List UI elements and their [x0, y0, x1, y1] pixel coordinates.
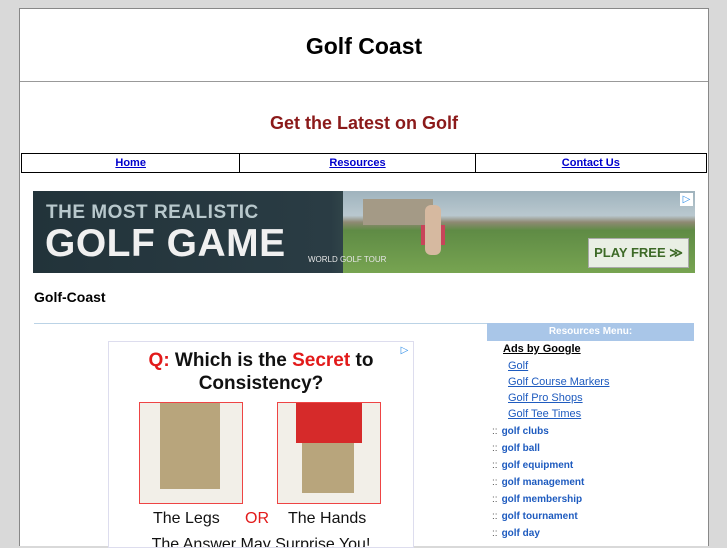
resources-sidebar: Resources Menu: Ads by Google Golf Golf … [487, 323, 694, 546]
tagline: Get the Latest on Golf [269, 113, 458, 133]
banner-line2: GOLF GAME [45, 222, 286, 265]
pants-image [160, 403, 220, 489]
ad-link-pro-shops[interactable]: Golf Pro Shops [508, 392, 583, 404]
ad-link-golf[interactable]: Golf [508, 360, 528, 372]
resource-link[interactable]: golf membership [502, 494, 583, 505]
ad-question-part1: Which is the [169, 350, 293, 371]
option-legs: The Legs [153, 510, 220, 527]
resource-item[interactable]: :: golf day [492, 528, 540, 539]
title-box: Golf Coast [20, 9, 708, 82]
play-free-button[interactable]: PLAY FREE ≫ [588, 238, 689, 268]
ad-link-tee-times[interactable]: Golf Tee Times [508, 408, 581, 420]
resource-item[interactable]: :: golf clubs [492, 426, 549, 437]
red-shirt-image [296, 403, 362, 443]
resource-item[interactable]: :: golf membership [492, 494, 582, 505]
banner-line1: THE MOST REALISTIC [46, 202, 259, 223]
nav-bar: Home Resources Contact Us [21, 153, 707, 173]
hands-image [277, 402, 381, 504]
option-hands: The Hands [288, 510, 367, 527]
nav-contact-link[interactable]: Contact Us [476, 154, 706, 172]
banner-tour: WORLD GOLF TOUR [308, 255, 387, 264]
resource-link[interactable]: golf day [502, 528, 540, 539]
bullet: :: [492, 477, 498, 488]
bullet: :: [492, 494, 498, 505]
ads-by-google-link[interactable]: Ads by Google [503, 343, 581, 355]
page-container: Golf Coast Get the Latest on Golf Home R… [19, 8, 709, 548]
resource-item[interactable]: :: golf management [492, 477, 584, 488]
pants-image [302, 443, 354, 493]
banner-ad[interactable]: THE MOST REALISTIC GOLF GAME WORLD GOLF … [33, 191, 695, 273]
resource-link[interactable]: golf tournament [502, 511, 578, 522]
ad-question-prefix: Q: [148, 350, 170, 371]
legs-image [139, 402, 243, 504]
resource-item[interactable]: :: golf ball [492, 443, 540, 454]
nav-resources-link[interactable]: Resources [240, 154, 476, 172]
option-or: OR [245, 510, 269, 527]
nav-home-link[interactable]: Home [22, 154, 241, 172]
bullet: :: [492, 528, 498, 539]
sidebar-header: Resources Menu: [487, 323, 694, 341]
content-ad[interactable]: ▷ Q: Which is the Secret to Consistency?… [108, 341, 414, 548]
bullet: :: [492, 460, 498, 471]
resource-link[interactable]: golf ball [502, 443, 540, 454]
site-title: Golf Coast [305, 33, 423, 59]
bullet: :: [492, 426, 498, 437]
ad-question-secret: Secret [292, 350, 351, 371]
divider [34, 323, 487, 324]
adchoices-icon[interactable]: ▷ [680, 193, 693, 206]
resource-item[interactable]: :: golf equipment [492, 460, 573, 471]
ad-question: Q: Which is the Secret to Consistency? [109, 349, 413, 395]
resource-link[interactable]: golf clubs [502, 426, 549, 437]
ad-link-course-markers[interactable]: Golf Course Markers [508, 376, 609, 388]
bullet: :: [492, 511, 498, 522]
ad-answer: The Answer May Surprise You! [151, 536, 371, 548]
golfer-image [425, 205, 441, 255]
resource-link[interactable]: golf management [502, 477, 585, 488]
clubhouse-image [363, 199, 433, 225]
bullet: :: [492, 443, 498, 454]
resource-item[interactable]: :: golf tournament [492, 511, 578, 522]
page-heading: Golf-Coast [34, 289, 106, 305]
resource-link[interactable]: golf equipment [502, 460, 574, 471]
